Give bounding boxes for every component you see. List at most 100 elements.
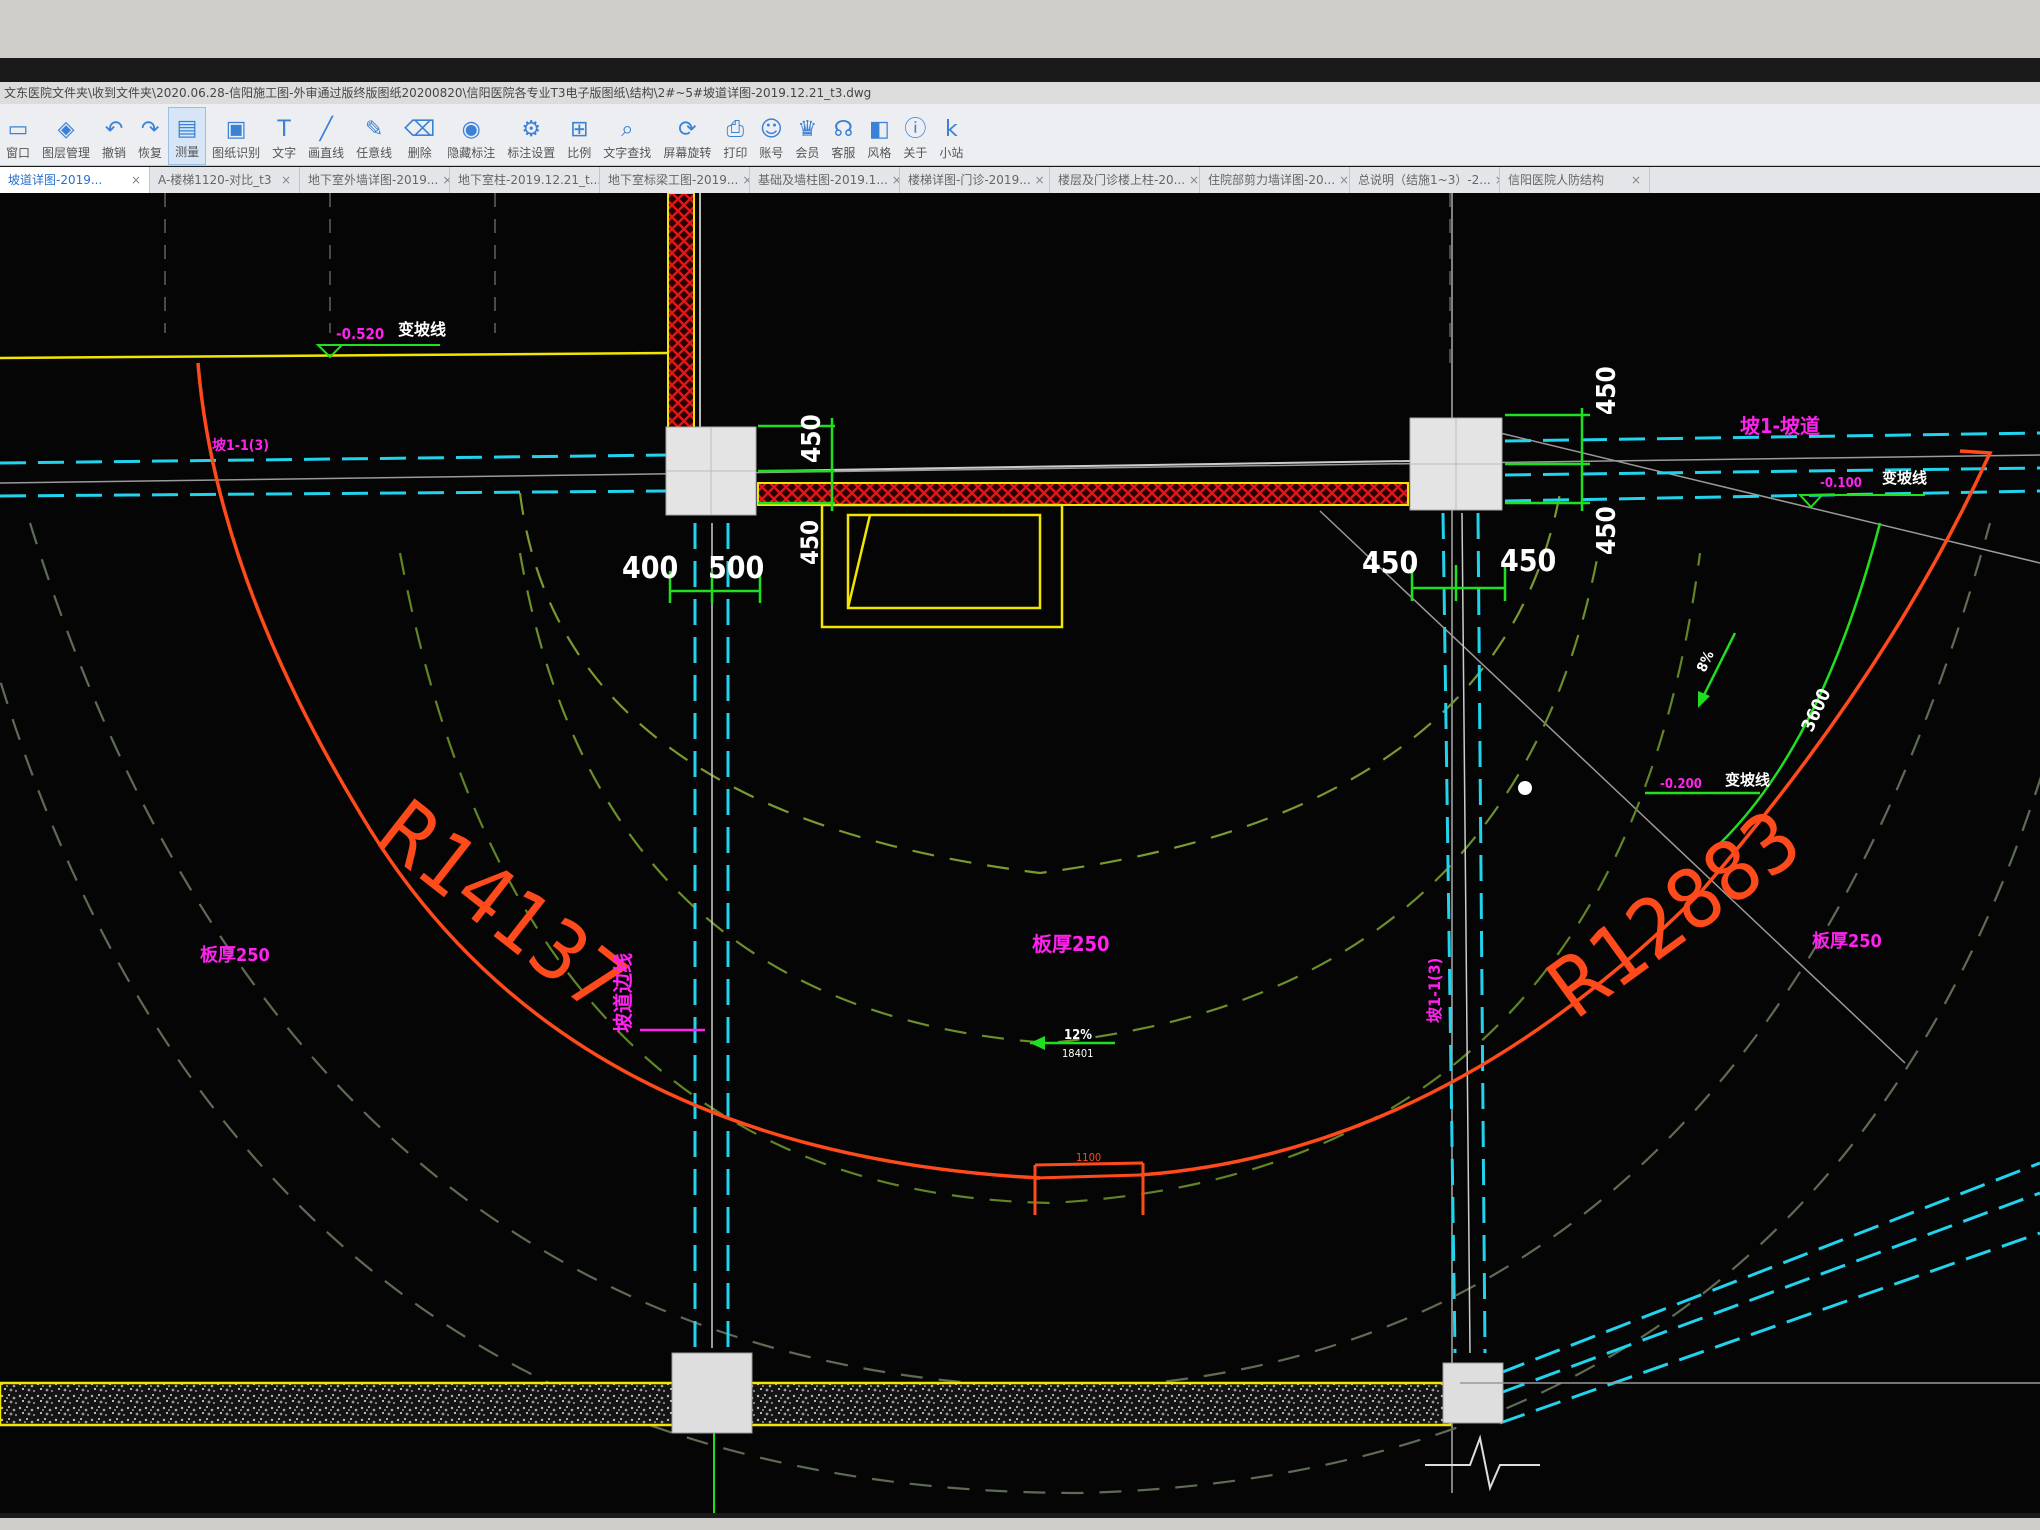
slab-right: 板厚250 xyxy=(1812,930,1882,952)
user-icon: ☺ xyxy=(759,117,783,142)
document-tab[interactable]: 住院部剪力墙详图-20... × xyxy=(1200,167,1350,193)
toolbar-button-label: 打印 xyxy=(723,146,748,160)
document-tab-label: 住院部剪力墙详图-20... xyxy=(1208,173,1336,187)
rotate-icon: ⟳ xyxy=(678,117,697,142)
toolbar-button-info[interactable]: ⓘ 关于 xyxy=(897,107,933,165)
dim-450-right-top: 450 xyxy=(1592,366,1622,415)
side-label-right: 坡1-1(3) xyxy=(1425,958,1444,1023)
toolbar-button-label: 删除 xyxy=(407,146,432,160)
annotation-settings-icon: ⚙ xyxy=(521,117,542,142)
toolbar-button-label: 图层管理 xyxy=(42,146,91,160)
eye-icon: ◉ xyxy=(461,117,481,142)
scale-icon: ⊞ xyxy=(570,117,589,142)
document-tab[interactable]: 总说明（结施1~3）-2...× xyxy=(1350,167,1500,193)
toolbar-button-measure[interactable]: ▤ 测量 xyxy=(168,107,207,165)
toolbar-button-eraser[interactable]: ⌫ 删除 xyxy=(398,107,441,165)
slope-center-sub: 18401 xyxy=(1062,1047,1093,1060)
close-tab-icon[interactable]: × xyxy=(1035,167,1045,193)
document-tab-label: 地下室外墙详图-2019... xyxy=(308,173,439,187)
toolbar-button-undo[interactable]: ↶ 撤销 xyxy=(96,107,132,165)
document-tab[interactable]: 地下室标梁工图-2019...× xyxy=(600,167,750,193)
toolbar-button-window[interactable]: ▭ 窗口 xyxy=(0,107,36,165)
change-line-top-left: 变坡线 xyxy=(398,320,446,339)
section-top-left: 坡1-1(3) xyxy=(212,437,269,454)
toolbar-button-rotate[interactable]: ⟳ 屏幕旋转 xyxy=(657,107,717,165)
document-tab-label: 基础及墙柱图-2019.1... xyxy=(758,173,888,187)
center-line-right xyxy=(1461,512,1471,1354)
toolbar-button-layers[interactable]: ◈ 图层管理 xyxy=(36,107,96,165)
toolbar-button-scale[interactable]: ⊞ 比例 xyxy=(561,107,597,165)
radius-right: R12883 xyxy=(1531,792,1818,1037)
document-tab[interactable]: 信阳医院人防结构 × xyxy=(1500,167,1650,193)
close-tab-icon[interactable]: × xyxy=(1339,167,1349,193)
hatched-beam xyxy=(757,482,1409,506)
toolbar-button-annotation-settings[interactable]: ⚙ 标注设置 xyxy=(501,107,561,165)
document-tab[interactable]: 地下室外墙详图-2019...× xyxy=(300,167,450,193)
document-tab[interactable]: 坡道详图-2019... × xyxy=(0,167,150,193)
document-tab-label: 地下室标梁工图-2019... xyxy=(608,173,739,187)
undo-icon: ↶ xyxy=(104,117,124,142)
ramp-outer-curve-join xyxy=(1034,1173,1141,1180)
file-path-title: 文东医院文件夹\收到文件夹\2020.06.28-信阳施工图-外审通过版终版图纸… xyxy=(4,86,872,100)
toolbar-button-text-search[interactable]: ⌕ 文字查找 xyxy=(597,107,657,165)
toolbar-button-redo[interactable]: ↷ 恢复 xyxy=(132,107,168,165)
document-tab[interactable]: 基础及墙柱图-2019.1... × xyxy=(750,167,900,193)
toolbar-button-label: 文字查找 xyxy=(603,146,652,160)
document-tab-label: 地下室柱-2019.12.21_t... xyxy=(458,173,600,187)
toolbar-button-eye[interactable]: ◉ 隐藏标注 xyxy=(441,107,501,165)
document-tab[interactable]: 地下室柱-2019.12.21_t...× xyxy=(450,167,600,193)
cad-drawing-svg: 400 500 450 450 450 450 450 450 1100 360… xyxy=(0,193,2040,1513)
dim-400: 400 xyxy=(622,551,678,586)
k-logo-icon: k xyxy=(945,117,958,142)
document-tab-label: 楼梯详图-门诊-2019... xyxy=(908,173,1031,187)
slab-left: 板厚250 xyxy=(200,944,270,966)
toolbar-button-print[interactable]: ⎙ 打印 xyxy=(717,107,753,165)
toolbar-button-label: 比例 xyxy=(567,146,592,160)
close-tab-icon[interactable]: × xyxy=(742,167,749,193)
toolbar-button-label: 账号 xyxy=(759,146,784,160)
document-tab-label: 楼层及门诊楼上柱-20... xyxy=(1058,173,1186,187)
document-tab[interactable]: A-楼梯1120-对比_t3 × xyxy=(150,167,300,193)
dim-500: 500 xyxy=(708,551,764,586)
close-tab-icon[interactable]: × xyxy=(892,167,899,193)
close-tab-icon[interactable]: × xyxy=(281,167,291,193)
toolbar-button-label: 撤销 xyxy=(102,146,127,160)
toolbar-button-headset[interactable]: ☊ 客服 xyxy=(825,107,861,165)
image-recognize-icon: ▣ xyxy=(225,117,247,142)
elev-top-right: -0.100 xyxy=(1820,476,1862,491)
close-tab-icon[interactable]: × xyxy=(131,167,141,193)
window-title-bar: 文东医院文件夹\收到文件夹\2020.06.28-信阳施工图-外审通过版终版图纸… xyxy=(0,82,2040,104)
dim-450-col-left: 450 xyxy=(1362,546,1418,581)
toolbar-button-line[interactable]: ╱ 画直线 xyxy=(302,107,350,165)
toolbar-button-image-recognize[interactable]: ▣ 图纸识别 xyxy=(206,107,266,165)
document-tab[interactable]: 楼梯详图-门诊-2019... × xyxy=(900,167,1050,193)
elev-top-left: -0.520 xyxy=(336,325,384,343)
toolbar-button-k-logo[interactable]: k 小站 xyxy=(933,107,969,165)
close-tab-icon[interactable]: × xyxy=(442,167,449,193)
close-tab-icon[interactable]: × xyxy=(1189,167,1199,193)
text-search-icon: ⌕ xyxy=(621,117,634,142)
toolbar-button-label: 风格 xyxy=(867,146,892,160)
toolbar-button-pencil[interactable]: ✎ 任意线 xyxy=(350,107,398,165)
slope-right: 8% xyxy=(1694,648,1718,674)
document-tab-label: 总说明（结施1~3）-2... xyxy=(1358,173,1491,187)
toolbar-button-label: 文字 xyxy=(272,146,297,160)
toolbar-button-text[interactable]: T 文字 xyxy=(266,107,302,165)
change-line-mid-right: 变坡线 xyxy=(1725,771,1770,789)
document-tab[interactable]: 楼层及门诊楼上柱-20... × xyxy=(1050,167,1200,193)
mouse-cursor xyxy=(1518,781,1532,795)
toolbar-button-label: 关于 xyxy=(903,146,928,160)
print-icon: ⎙ xyxy=(726,117,745,142)
dim-450-top-left: 450 xyxy=(797,414,827,463)
toolbar-button-label: 任意线 xyxy=(356,146,393,160)
toolbar-button-user[interactable]: ☺ 账号 xyxy=(753,107,789,165)
document-tab-bar: 坡道详图-2019... × A-楼梯1120-对比_t3 × 地下室外墙详图-2019… xyxy=(0,167,2040,194)
close-tab-icon[interactable]: × xyxy=(1631,167,1641,193)
toolbar-button-vip[interactable]: ♛ 会员 xyxy=(789,107,825,165)
cad-drawing-canvas[interactable]: 400 500 450 450 450 450 450 450 1100 360… xyxy=(0,193,2040,1513)
toolbar-button-style[interactable]: ◧ 风格 xyxy=(861,107,897,165)
document-tab-label: A-楼梯1120-对比_t3 xyxy=(158,173,272,187)
toolbar-button-label: 图纸识别 xyxy=(212,146,261,160)
toolbar-button-label: 测量 xyxy=(175,145,200,159)
line-icon: ╱ xyxy=(319,117,333,142)
